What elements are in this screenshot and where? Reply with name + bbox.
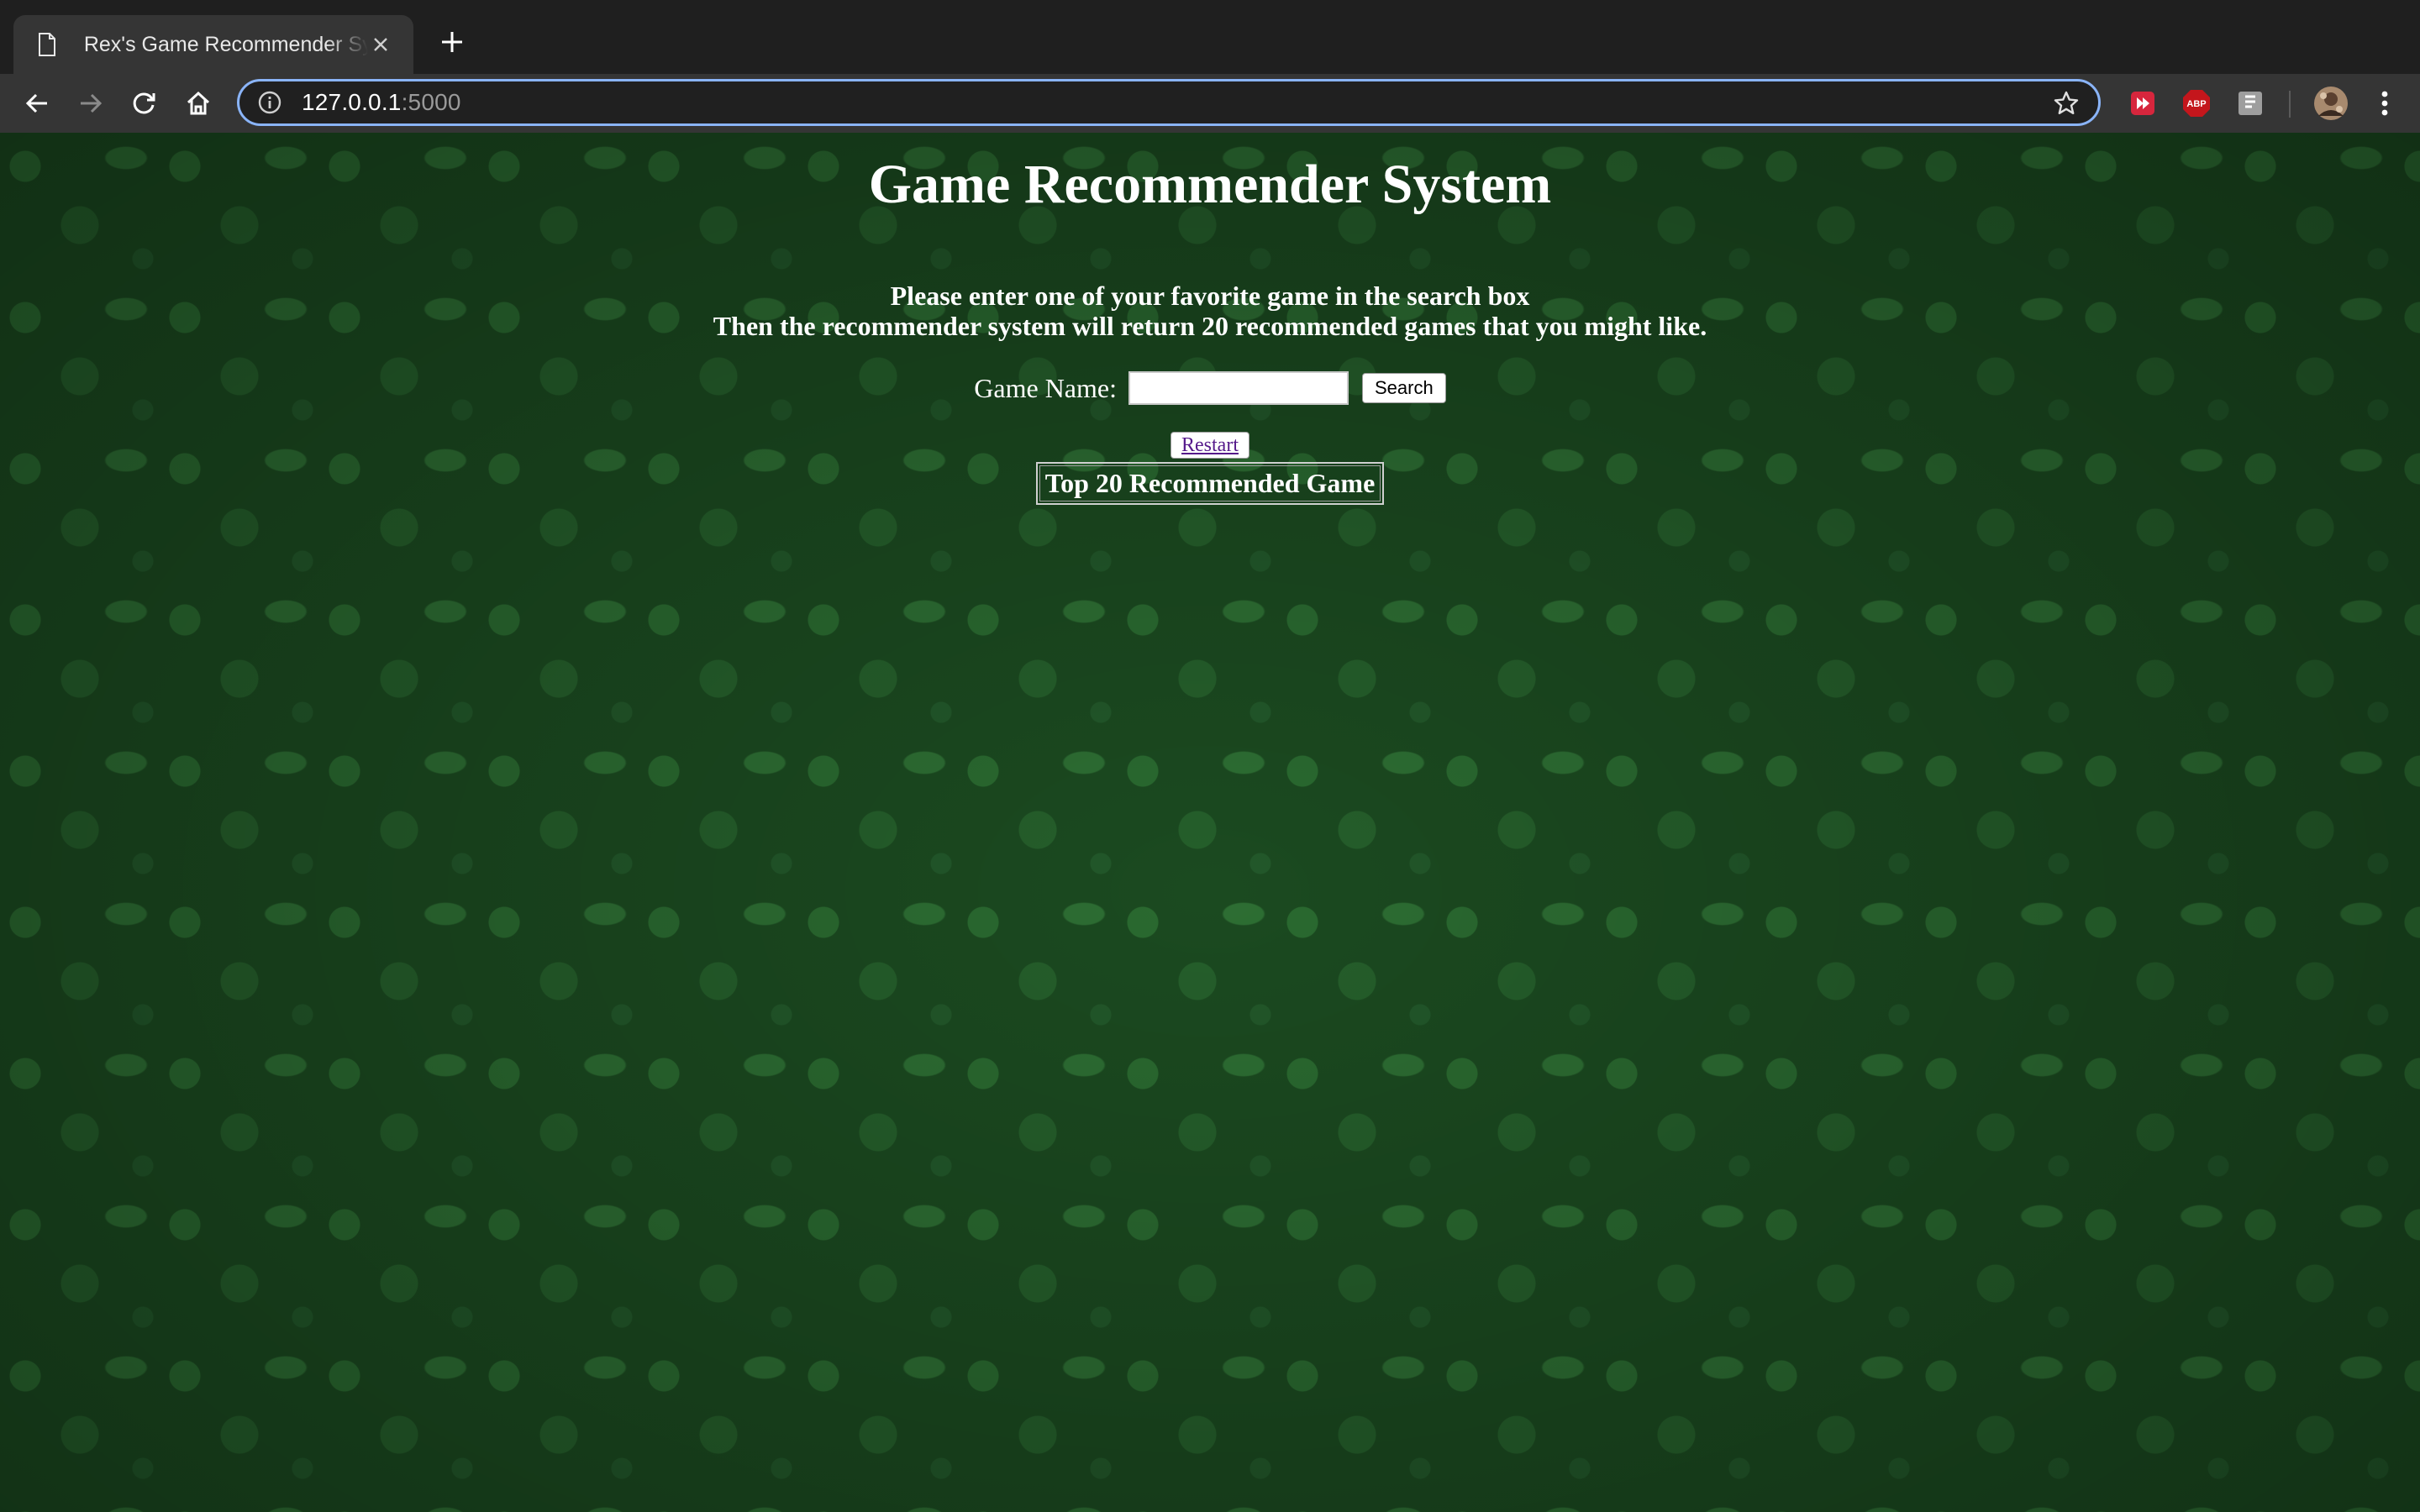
page-body: Game Recommender System Please enter one…: [0, 133, 2420, 1512]
recommendations-table: Top 20 Recommended Game: [1035, 462, 1385, 505]
browser-tab[interactable]: Rex's Game Recommender System: [13, 15, 413, 74]
info-icon[interactable]: [256, 89, 283, 116]
url-port: :5000: [401, 89, 461, 115]
video-extension-icon[interactable]: [2128, 88, 2158, 118]
toolbar-divider: [2289, 91, 2291, 118]
search-form: Game Name: Search: [0, 371, 2420, 405]
game-name-input[interactable]: [1128, 371, 1349, 405]
tab-strip: Rex's Game Recommender System: [0, 0, 2420, 74]
profile-avatar-icon[interactable]: [2312, 85, 2349, 122]
browser-window: Rex's Game Recommender System: [0, 0, 2420, 1512]
abp-label: ABP: [2186, 99, 2206, 109]
page-title: Game Recommender System: [868, 154, 1552, 215]
search-button[interactable]: Search: [1361, 373, 1446, 403]
address-bar[interactable]: 127.0.0.1:5000: [237, 79, 2101, 126]
page-icon: [34, 31, 60, 58]
adblock-plus-icon[interactable]: ABP: [2181, 88, 2212, 118]
tab-title: Rex's Game Recommender System: [83, 32, 369, 56]
game-name-label: Game Name:: [974, 372, 1117, 403]
intro-line-2: Then the recommender system will return …: [713, 311, 1707, 341]
back-arrow-icon[interactable]: [18, 85, 55, 122]
kebab-menu-icon[interactable]: [2370, 88, 2400, 118]
reader-extension-icon[interactable]: [2235, 88, 2265, 118]
browser-toolbar: 127.0.0.1:5000 ABP: [0, 74, 2420, 133]
restart-row: Restart: [0, 432, 2420, 459]
restart-button[interactable]: Restart: [1171, 432, 1249, 459]
reload-icon[interactable]: [126, 85, 163, 122]
page-content: Game Recommender System Please enter one…: [0, 146, 2420, 505]
url-text: 127.0.0.1:5000: [302, 89, 461, 116]
intro-line-1: Please enter one of your favorite game i…: [890, 281, 1530, 311]
close-icon[interactable]: [368, 32, 393, 57]
star-icon[interactable]: [2053, 90, 2080, 117]
table-header: Top 20 Recommended Game: [1039, 465, 1381, 501]
home-icon[interactable]: [180, 85, 217, 122]
table-header-row: Top 20 Recommended Game: [1039, 465, 1381, 501]
url-host: 127.0.0.1: [302, 89, 402, 115]
intro-text: Please enter one of your favorite game i…: [0, 281, 2420, 341]
plus-icon[interactable]: [435, 25, 469, 59]
forward-arrow-icon[interactable]: [72, 85, 109, 122]
